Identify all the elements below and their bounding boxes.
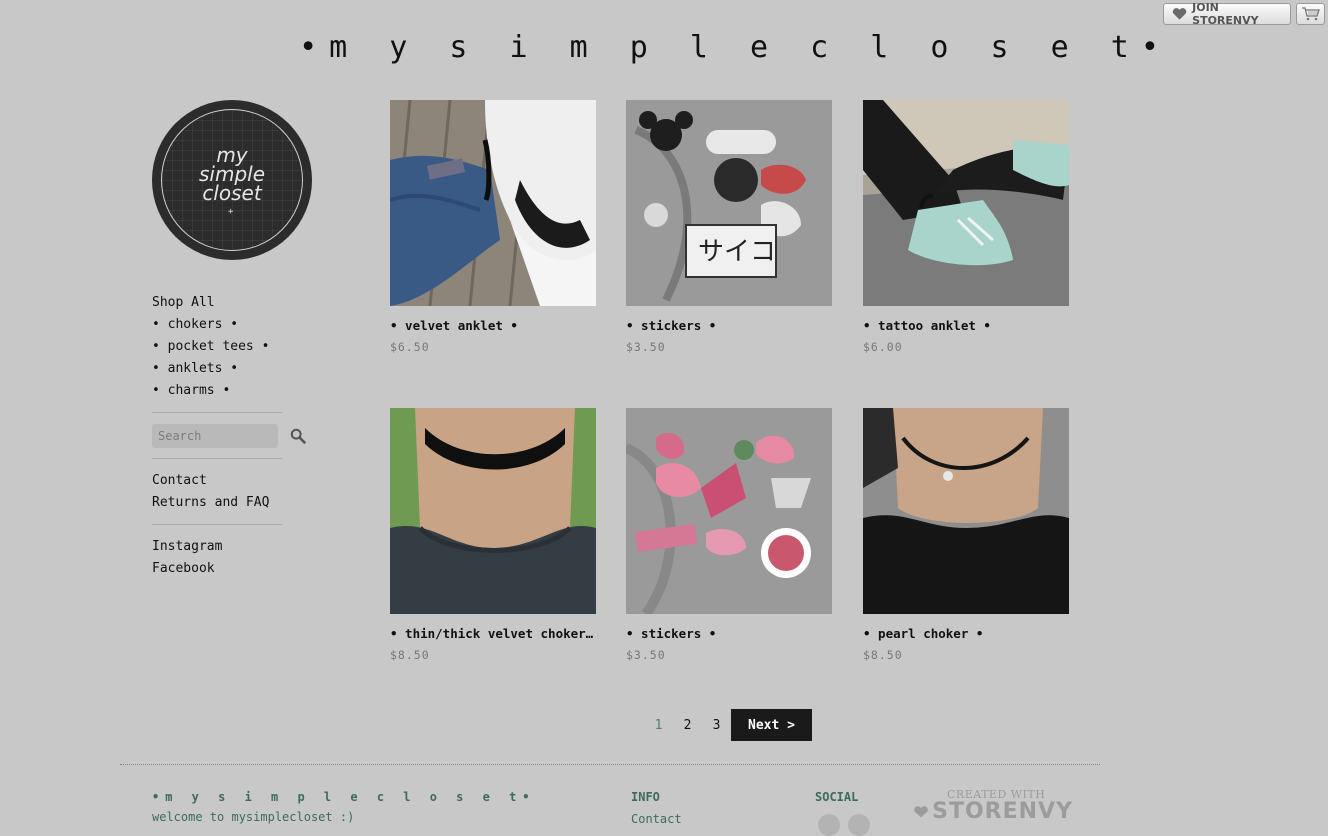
footer-brand[interactable]: •m y s i m p l e c l o s e t• bbox=[152, 790, 536, 804]
sidebar-divider bbox=[152, 458, 282, 459]
heart-icon bbox=[1172, 8, 1187, 20]
product-price: $3.50 bbox=[626, 340, 666, 354]
social-nav: Instagram Facebook bbox=[152, 536, 312, 580]
product-image[interactable] bbox=[626, 408, 832, 614]
nav-anklets[interactable]: • anklets • bbox=[152, 358, 312, 380]
search-form bbox=[152, 424, 312, 448]
category-nav: Shop All • chokers • • pocket tees • • a… bbox=[152, 292, 312, 402]
nav-chokers[interactable]: • chokers • bbox=[152, 314, 312, 336]
created-with-storenvy[interactable]: CREATED WITH STORENVY bbox=[913, 788, 1073, 824]
join-storenvy-button[interactable]: JOIN STORENVY bbox=[1163, 1, 1291, 27]
product-price: $8.50 bbox=[863, 648, 903, 662]
product-name[interactable]: • pearl choker • bbox=[863, 626, 1069, 641]
footer-info-heading: INFO bbox=[631, 790, 660, 804]
product-price: $6.50 bbox=[390, 340, 430, 354]
join-storenvy-label: JOIN STORENVY bbox=[1192, 1, 1259, 27]
product-card[interactable]: • thin/thick velvet choker • $8.50 bbox=[390, 408, 596, 662]
page-link-1[interactable]: 1 bbox=[644, 718, 673, 733]
product-name[interactable]: • stickers • bbox=[626, 318, 832, 333]
product-price: $6.00 bbox=[863, 340, 903, 354]
store-logo[interactable]: my simple closet + bbox=[152, 100, 312, 260]
product-price: $8.50 bbox=[390, 648, 430, 662]
footer-welcome-text: welcome to mysimplecloset :) bbox=[152, 810, 355, 824]
site-title[interactable]: •m y s i m p l e c l o s e t• bbox=[0, 30, 1328, 65]
footer-divider bbox=[120, 764, 1100, 765]
pagination: 1 2 3 Next > bbox=[644, 709, 812, 741]
product-card[interactable]: • velvet anklet • $6.50 bbox=[390, 100, 596, 354]
nav-shop-all[interactable]: Shop All bbox=[152, 292, 312, 314]
product-image[interactable] bbox=[390, 100, 596, 306]
search-icon bbox=[290, 428, 306, 444]
storenvy-wordmark: STORENVY bbox=[932, 799, 1073, 824]
product-name[interactable]: • stickers • bbox=[626, 626, 832, 641]
nav-facebook[interactable]: Facebook bbox=[152, 558, 312, 580]
product-name[interactable]: • tattoo anklet • bbox=[863, 318, 1069, 333]
product-card[interactable]: • pearl choker • $8.50 bbox=[863, 408, 1069, 662]
pages-nav: Contact Returns and FAQ bbox=[152, 470, 312, 514]
instagram-icon[interactable] bbox=[818, 814, 840, 836]
cart-button[interactable] bbox=[1296, 3, 1325, 25]
page-link-2[interactable]: 2 bbox=[673, 718, 702, 733]
product-image[interactable]: サイコ bbox=[626, 100, 832, 306]
svg-text:サイコ: サイコ bbox=[698, 237, 776, 267]
nav-charms[interactable]: • charms • bbox=[152, 380, 312, 402]
footer-social-icons bbox=[818, 814, 870, 836]
product-image[interactable] bbox=[390, 408, 596, 614]
footer-contact-link[interactable]: Contact bbox=[631, 812, 682, 826]
cart-icon bbox=[1301, 7, 1320, 21]
nav-pocket-tees[interactable]: • pocket tees • bbox=[152, 336, 312, 358]
page-link-3[interactable]: 3 bbox=[702, 718, 731, 733]
logo-star: + bbox=[228, 207, 234, 217]
product-name[interactable]: • velvet anklet • bbox=[390, 318, 596, 333]
logo-text: my simple closet bbox=[198, 143, 265, 205]
nav-returns-faq[interactable]: Returns and FAQ bbox=[152, 492, 312, 514]
nav-instagram[interactable]: Instagram bbox=[152, 536, 312, 558]
facebook-icon[interactable] bbox=[848, 814, 870, 836]
storenvy-widget: JOIN STORENVY bbox=[1163, 1, 1325, 27]
nav-contact[interactable]: Contact bbox=[152, 470, 312, 492]
next-page-button[interactable]: Next > bbox=[731, 709, 812, 741]
sidebar: my simple closet + Shop All • chokers • … bbox=[152, 100, 312, 580]
product-card[interactable]: • tattoo anklet • $6.00 bbox=[863, 100, 1069, 354]
product-card[interactable]: • stickers • $3.50 bbox=[626, 408, 832, 662]
product-image[interactable] bbox=[863, 100, 1069, 306]
sidebar-divider bbox=[152, 412, 282, 413]
product-image[interactable] bbox=[863, 408, 1069, 614]
footer-social-heading: SOCIAL bbox=[815, 790, 859, 804]
product-name[interactable]: • thin/thick velvet choker • bbox=[390, 626, 596, 641]
product-card[interactable]: サイコ • stickers • $3.50 bbox=[626, 100, 832, 354]
search-input[interactable] bbox=[152, 424, 278, 448]
storenvy-logo: STORENVY bbox=[913, 799, 1073, 824]
search-button[interactable] bbox=[290, 427, 308, 445]
product-price: $3.50 bbox=[626, 648, 666, 662]
sidebar-divider bbox=[152, 524, 282, 525]
heart-icon bbox=[914, 805, 928, 817]
